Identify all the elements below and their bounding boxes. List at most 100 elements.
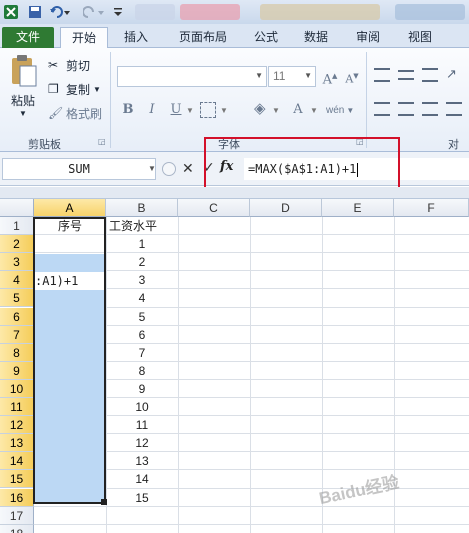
align-center-icon[interactable] [398, 102, 414, 116]
tab-formulas[interactable]: 公式 [244, 27, 288, 48]
align-middle-icon[interactable] [398, 70, 414, 80]
cell-b14[interactable]: 13 [107, 452, 177, 470]
cell-b12[interactable]: 11 [107, 416, 177, 434]
font-color-button[interactable]: A [288, 100, 308, 120]
row-header[interactable]: 7 [0, 325, 34, 344]
customize-quick-access-icon[interactable] [112, 3, 124, 21]
row-header[interactable]: 3 [0, 253, 34, 272]
chevron-down-icon[interactable]: ▼ [186, 106, 194, 115]
cell-b16[interactable]: 15 [107, 489, 177, 507]
row-header[interactable]: 10 [0, 379, 34, 398]
chevron-down-icon[interactable]: ▼ [272, 106, 280, 115]
column-header-f[interactable]: F [394, 199, 469, 217]
undo-icon[interactable] [48, 3, 72, 21]
row-header[interactable]: 8 [0, 343, 34, 362]
dialog-launcher-icon[interactable]: ◲ [98, 137, 106, 146]
column-header-c[interactable]: C [178, 199, 250, 217]
column-header-d[interactable]: D [250, 199, 322, 217]
cell-b5[interactable]: 4 [107, 289, 177, 307]
tab-home[interactable]: 开始 [60, 27, 108, 49]
cell-b7[interactable]: 6 [107, 326, 177, 344]
align-left-icon[interactable] [374, 102, 390, 116]
font-size-combo[interactable]: 11 ▼ [268, 66, 316, 87]
row-header[interactable]: 1 [0, 217, 34, 235]
column-header-e[interactable]: E [322, 199, 394, 217]
format-painter-button[interactable]: 🖌 格式刷 [48, 104, 102, 122]
tab-page-layout[interactable]: 页面布局 [168, 27, 238, 48]
gridline [178, 217, 179, 533]
row-header[interactable]: 11 [0, 398, 34, 416]
chevron-down-icon: ▼ [346, 105, 355, 115]
cell-b8[interactable]: 7 [107, 344, 177, 362]
indent-icon[interactable] [446, 102, 462, 116]
border-icon[interactable] [200, 102, 216, 118]
cell-b11[interactable]: 10 [107, 398, 177, 416]
name-box[interactable]: SUM [2, 158, 156, 180]
redo-icon[interactable] [82, 3, 106, 21]
cell-b4[interactable]: 3 [107, 271, 177, 289]
row-header[interactable]: 5 [0, 289, 34, 308]
align-top-icon[interactable] [374, 68, 390, 82]
cell-b10[interactable]: 9 [107, 380, 177, 398]
shrink-font-button[interactable]: A▼ [342, 66, 362, 86]
cell-b15[interactable]: 14 [107, 470, 177, 488]
row-header[interactable]: 4 [0, 271, 34, 290]
gridline [34, 505, 469, 507]
cancel-button[interactable]: ✕ [182, 160, 194, 177]
tab-insert[interactable]: 插入 [112, 27, 160, 48]
row-header[interactable]: 9 [0, 361, 34, 380]
row-header[interactable]: 2 [0, 235, 34, 254]
name-box-dropdown-icon[interactable]: ▼ [148, 164, 156, 173]
cut-button[interactable]: ✂ 剪切 [48, 56, 90, 74]
fill-handle[interactable] [101, 499, 107, 505]
copy-button[interactable]: ❐ 复制 ▼ [48, 80, 101, 98]
phonetic-label: wén [326, 104, 345, 116]
separator [366, 52, 367, 148]
selection-border [33, 217, 106, 504]
underline-button[interactable]: U [166, 100, 186, 120]
row-header[interactable]: 6 [0, 307, 34, 326]
paste-button[interactable]: 粘贴 ▼ [6, 54, 40, 130]
align-bottom-icon[interactable] [422, 68, 438, 82]
paste-dropdown-icon: ▼ [19, 109, 27, 118]
italic-button[interactable]: I [142, 100, 162, 120]
grow-font-label: A [322, 72, 332, 88]
row-header[interactable]: 15 [0, 470, 34, 489]
save-icon[interactable] [26, 3, 44, 21]
cell-b9[interactable]: 8 [107, 362, 177, 380]
cell-b13[interactable]: 12 [107, 434, 177, 452]
tab-review[interactable]: 审阅 [346, 27, 390, 48]
chevron-down-icon[interactable]: ▼ [310, 106, 318, 115]
brush-icon: 🖌 [48, 106, 64, 120]
row-header[interactable]: 17 [0, 506, 34, 525]
chevron-down-icon[interactable]: ▼ [220, 106, 228, 115]
column-header-a[interactable]: A [34, 199, 106, 217]
bold-button[interactable]: B [118, 100, 138, 120]
chevron-down-icon: ▼ [255, 71, 263, 80]
tab-file[interactable]: 文件 [2, 27, 54, 48]
phonetic-button[interactable]: wén ▼ [326, 100, 354, 120]
row-header[interactable]: 18 [0, 524, 34, 533]
cell-b2[interactable]: 1 [107, 235, 177, 253]
grow-font-button[interactable]: A▲ [320, 66, 340, 88]
cell-b6[interactable]: 5 [107, 308, 177, 326]
row-header[interactable]: 13 [0, 434, 34, 453]
select-all-corner[interactable] [0, 199, 34, 217]
row-header[interactable]: 14 [0, 452, 34, 471]
font-size-value: 11 [273, 69, 286, 83]
paste-icon [12, 55, 37, 87]
excel-icon[interactable] [2, 3, 20, 21]
cell-b1[interactable]: 工资水平 [107, 217, 177, 235]
align-right-icon[interactable] [422, 102, 438, 116]
tab-view[interactable]: 视图 [398, 27, 442, 48]
tab-data[interactable]: 数据 [294, 27, 338, 48]
column-header-b[interactable]: B [106, 199, 178, 217]
text-orientation-icon[interactable]: ↗ [446, 66, 457, 82]
cell-b3[interactable]: 2 [107, 253, 177, 271]
font-name-combo[interactable]: ▼ [117, 66, 267, 87]
font-color-icon: A [293, 102, 303, 117]
row-header[interactable]: 16 [0, 488, 34, 507]
ribbon-tabs: 文件 开始 插入 页面布局 公式 数据 审阅 视图 [0, 24, 469, 49]
row-header[interactable]: 12 [0, 416, 34, 435]
fill-color-icon[interactable]: ◈ [254, 99, 266, 117]
